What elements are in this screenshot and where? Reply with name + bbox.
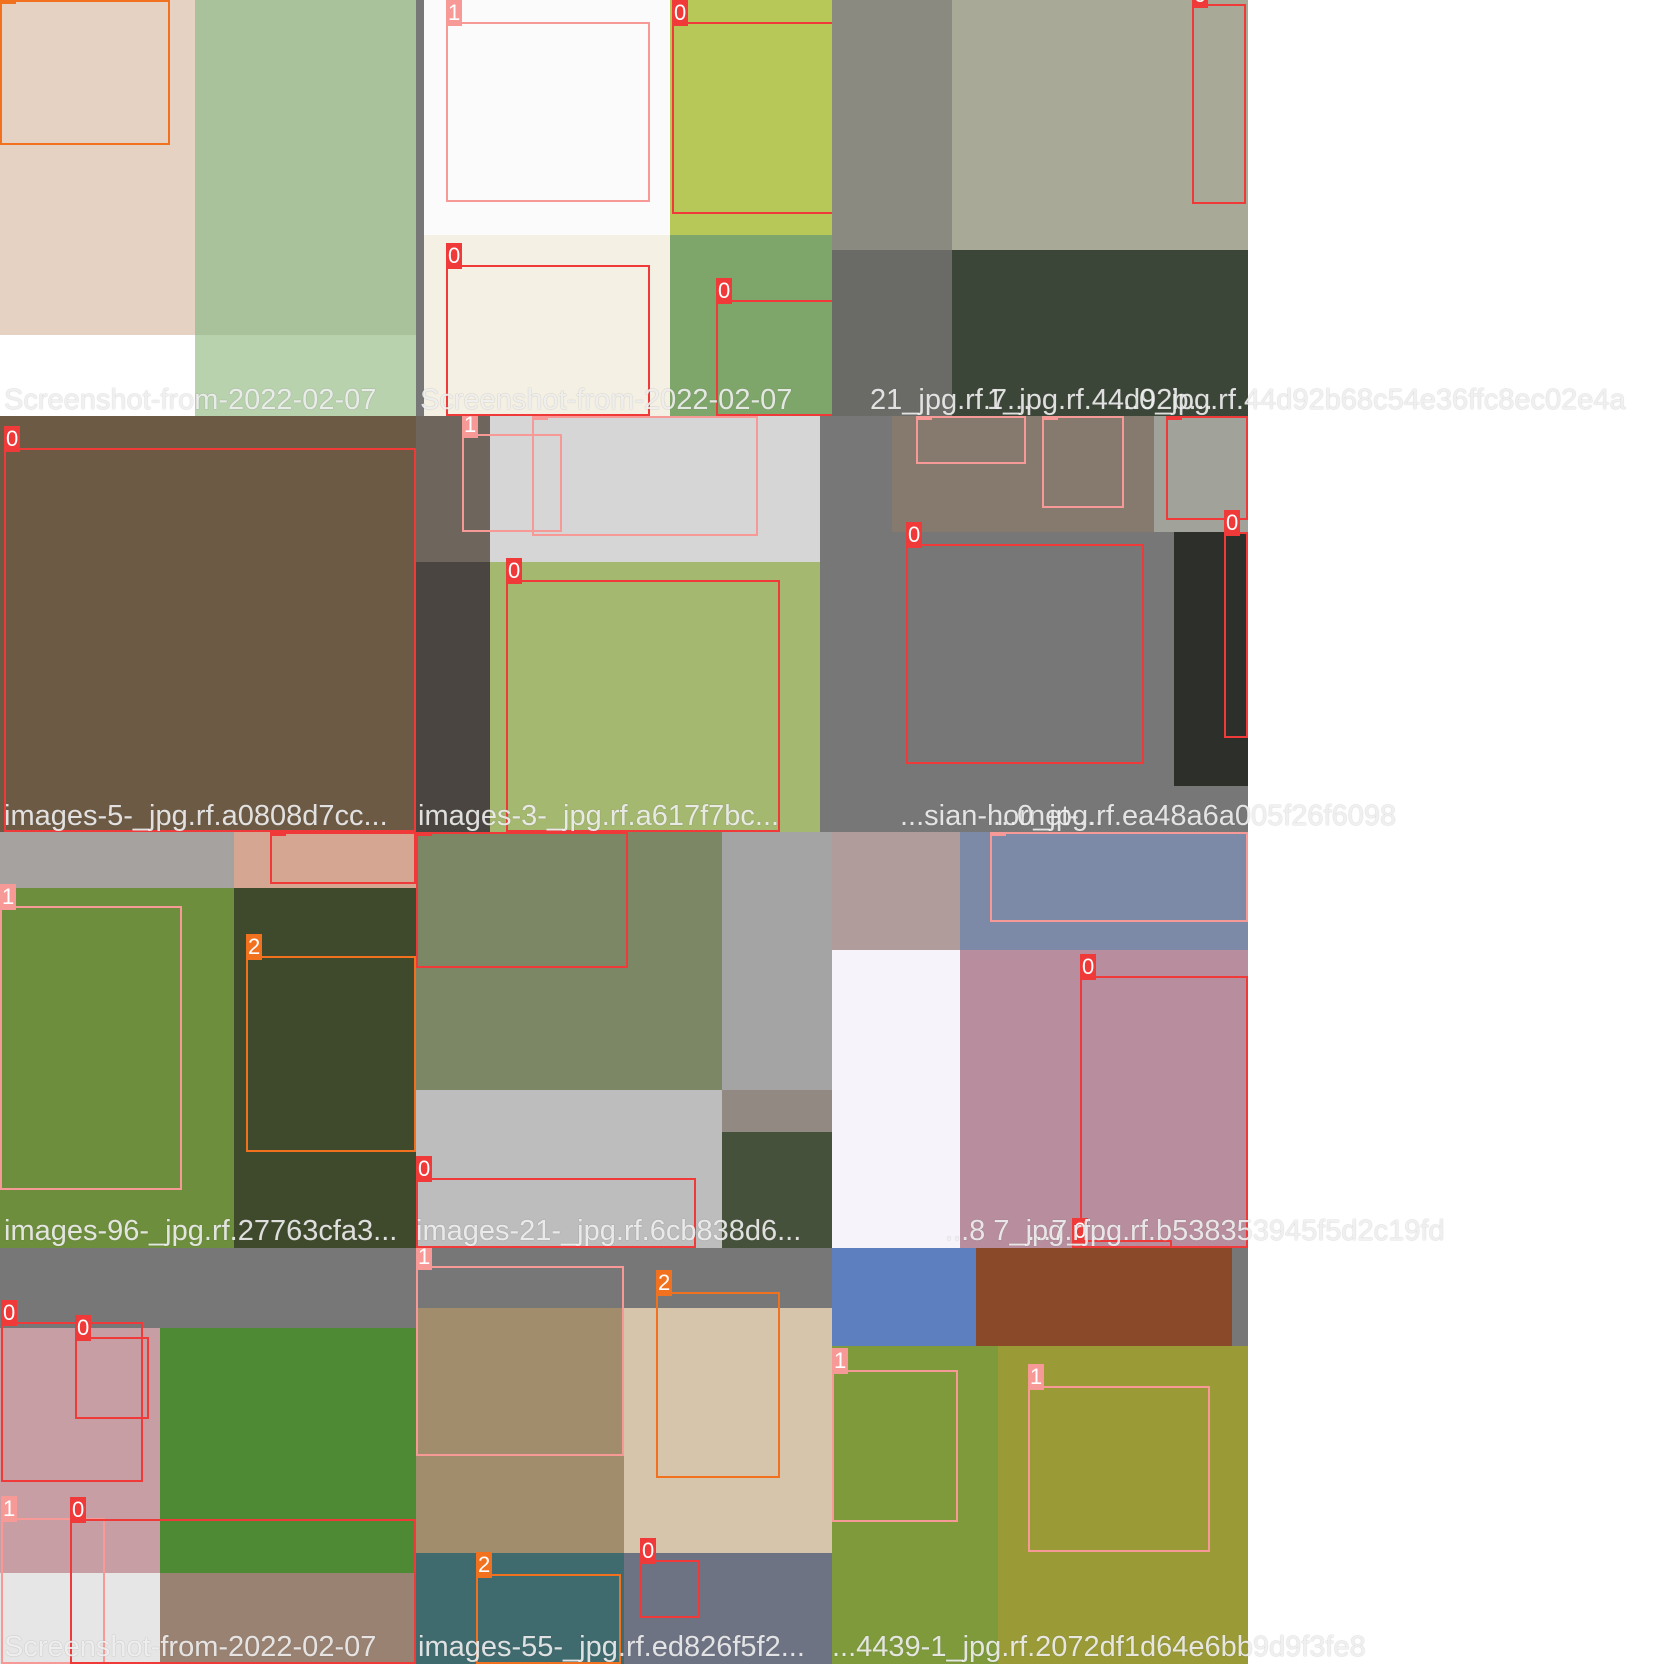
mosaic-cell-6: 11000 [832, 416, 1248, 832]
detection-box: 0 [1166, 416, 1248, 520]
class-label: 0 [1, 1300, 18, 1326]
image-caption: Screenshot-from-2022-02-07 [4, 1631, 377, 1663]
detection-box: 1 [446, 0, 650, 202]
detection-box: 0 [672, 0, 832, 214]
mosaic-cell-5: 110 [416, 416, 832, 832]
detection-box: 1 [0, 884, 182, 1190]
image-caption: images-3-_jpg.rf.a617f7bc... [418, 800, 780, 832]
class-label: 2 [246, 934, 263, 960]
image-tile [722, 832, 832, 1090]
detection-box: 0 [4, 426, 416, 832]
image-caption: images-21-_jpg.rf.6cb838d6... [416, 1215, 802, 1247]
detection-box: 1 [916, 416, 1026, 464]
mosaic-board: 210000011011000012001000010120211Screens… [0, 0, 1664, 1664]
mosaic-cell-1: 2 [0, 0, 416, 416]
detection-box: 1 [832, 1348, 958, 1522]
detection-box: 1 [1042, 416, 1124, 508]
detection-box: 0 [1224, 510, 1248, 738]
class-label: 1 [0, 884, 17, 910]
detection-box: 0 [416, 832, 628, 968]
image-tile [416, 562, 490, 832]
image-tile [832, 1248, 976, 1346]
detection-box: 1 [416, 1248, 624, 1456]
image-caption: ...0_jpg.rf.44d92b68c54e36ffc8ec02e4a [1115, 384, 1626, 416]
mosaic-cell-2: 1 0 0 0 [416, 0, 832, 416]
mosaic-cell-11: 1 2 0 2 [416, 1248, 832, 1664]
detection-box: 2 [0, 0, 170, 145]
image-caption: images-55-_jpg.rf.ed826f5f2... [418, 1631, 805, 1663]
class-label: 0 [70, 1497, 87, 1523]
class-label: 1 [1, 1496, 18, 1522]
mosaic-cell-9: 100 [832, 832, 1248, 1248]
detection-box: 1 [1028, 1364, 1210, 1552]
detection-box: 2 [656, 1270, 780, 1478]
detection-box: 1 [532, 416, 758, 536]
image-caption: ...7_jpg.rf.b538353945f5d2c19fd [1027, 1215, 1445, 1247]
mosaic-cell-12: 11 [832, 1248, 1248, 1664]
detection-box: 0 [506, 558, 780, 832]
detection-box: 0 [640, 1538, 700, 1618]
class-label: 1 [1028, 1364, 1045, 1390]
detection-box: 2 [246, 934, 416, 1152]
image-caption: ...0_jpg.rf.ea48a6a005f26f6098 [993, 800, 1397, 832]
class-label: 0 [4, 426, 21, 452]
image-tile [976, 1248, 1232, 1346]
class-label: 2 [0, 0, 17, 4]
image-tile [832, 0, 952, 250]
class-label: 2 [476, 1552, 493, 1578]
image-tile [832, 832, 960, 950]
class-label: 0 [1080, 954, 1097, 980]
class-label: 0 [640, 1538, 657, 1564]
image-caption: Screenshot-from-2022-02-07 [420, 384, 793, 416]
mosaic-cell-8: 00 [416, 832, 832, 1248]
detection-box: 0 [75, 1315, 149, 1419]
detection-box: 0 [1080, 954, 1248, 1248]
class-label: 0 [506, 558, 523, 584]
class-label: 0 [716, 278, 733, 304]
class-label: 0 [416, 1156, 433, 1182]
image-tile [0, 832, 234, 888]
image-caption: ...4439-1_jpg.rf.2072df1d64e6bb9d9f3fe8 [832, 1631, 1366, 1663]
class-label: 1 [416, 1248, 433, 1270]
mosaic-cell-7: 0 1 2 [0, 832, 416, 1248]
class-label: 1 [832, 1348, 849, 1374]
class-label: 0 [75, 1315, 92, 1341]
detection-box: 0 [1192, 0, 1246, 204]
class-label: 1 [446, 0, 463, 26]
class-label: 0 [446, 243, 463, 269]
class-label: 0 [1224, 510, 1241, 536]
image-tile [832, 950, 960, 1248]
class-label: 0 [672, 0, 689, 26]
mosaic-cell-3: 0 [832, 0, 1248, 416]
class-label: 2 [656, 1270, 673, 1296]
class-label: 1 [462, 416, 479, 438]
detection-box: 0 [906, 522, 1144, 764]
mosaic-cell-10: 0 0 1 0 [0, 1248, 416, 1664]
image-caption: Screenshot-from-2022-02-07 [4, 384, 377, 416]
image-tile [195, 0, 416, 335]
detection-box: 1 [990, 832, 1248, 922]
image-caption: images-96-_jpg.rf.27763cfa3... [4, 1215, 398, 1247]
class-label: 0 [1192, 0, 1209, 8]
class-label: 0 [906, 522, 923, 548]
detection-box: 0 [270, 832, 416, 884]
mosaic-cell-4: 0 [0, 416, 416, 832]
image-caption: images-5-_jpg.rf.a0808d7cc... [4, 800, 388, 832]
